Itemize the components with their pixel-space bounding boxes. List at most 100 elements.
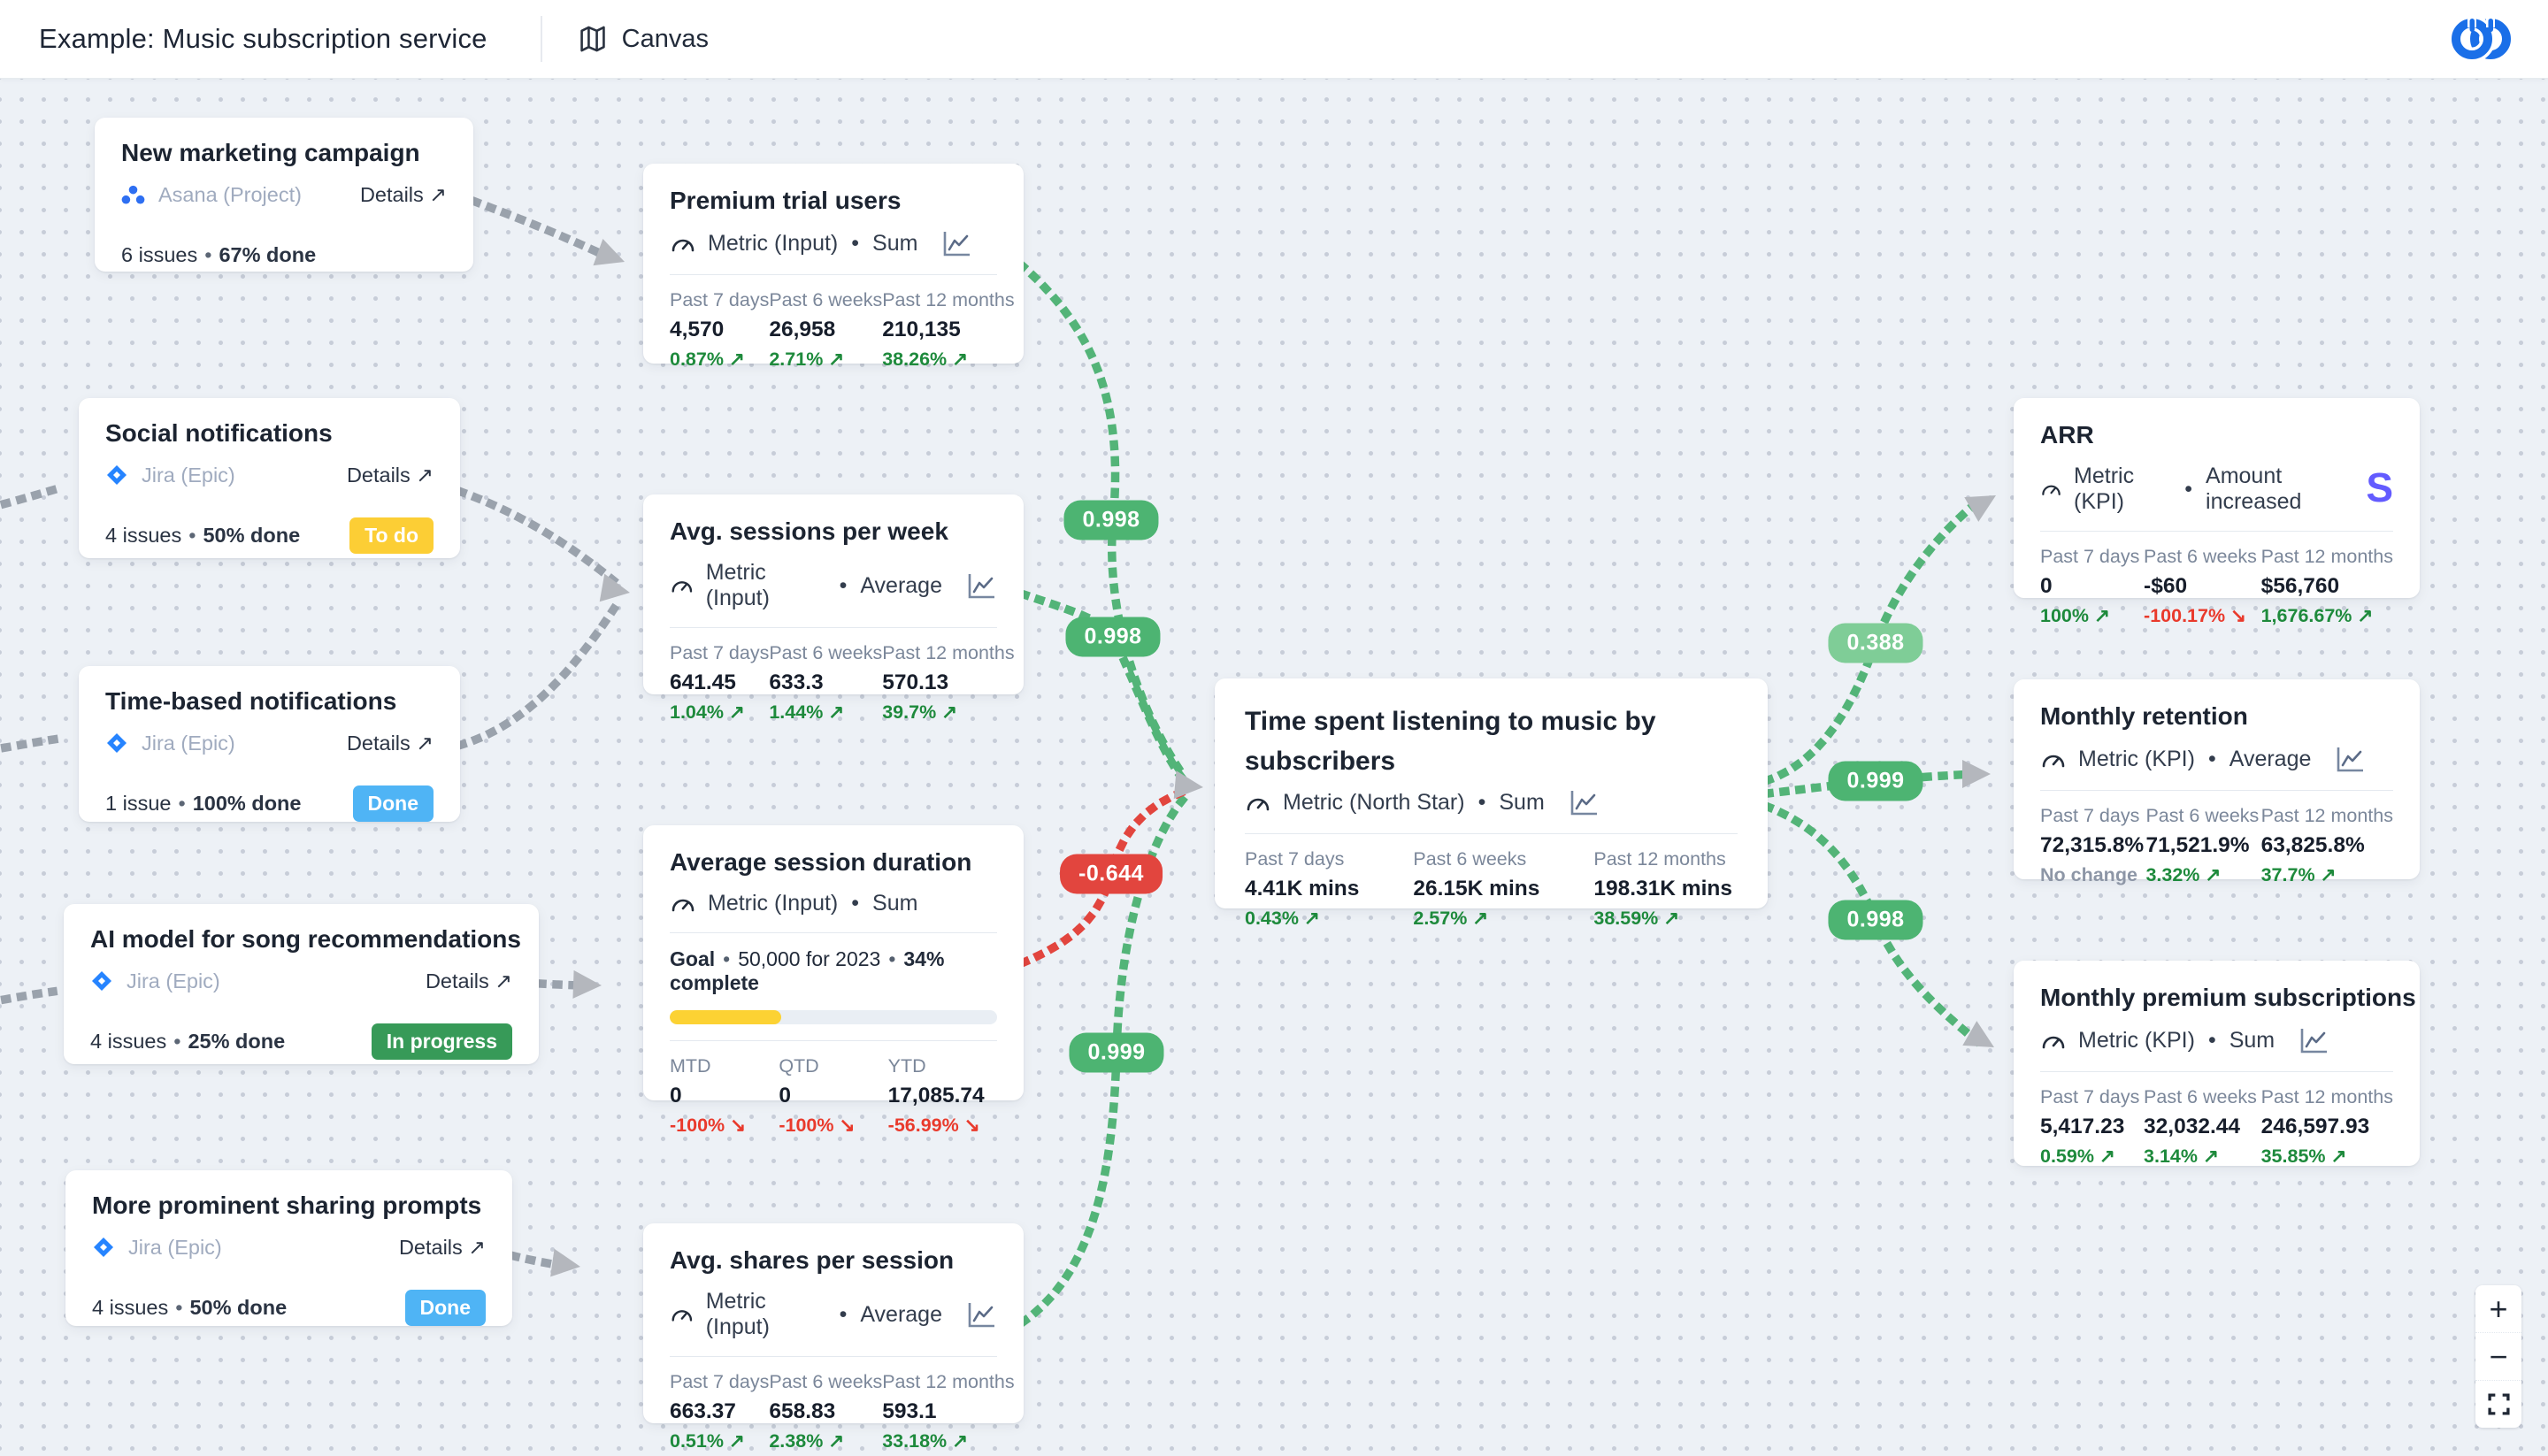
metric-card-avg-sessions-per-week[interactable]: Avg. sessions per week Metric (Input) • … xyxy=(643,494,1024,694)
goal-progress-bar xyxy=(670,1010,997,1024)
stat-past-12-months: Past 12 months198.31K mins38.59% ↗ xyxy=(1593,848,1732,930)
stat-past-12-months: Past 12 months246,597.9335.85% ↗ xyxy=(2261,1086,2393,1168)
chart-icon[interactable] xyxy=(964,1300,997,1330)
correlation-badge[interactable]: 0.998 xyxy=(1828,900,1923,940)
separator-dot: • xyxy=(851,231,859,257)
edge-offscreen-to-timebased xyxy=(0,738,65,750)
jira-icon xyxy=(105,732,128,755)
details-link[interactable]: Details ↗ xyxy=(347,463,434,487)
metric-type: Metric (Input) xyxy=(706,560,826,611)
stat-ytd: YTD17,085.74-56.99% ↘ xyxy=(888,1055,997,1137)
metric-card-premium-trial-users[interactable]: Premium trial users Metric (Input) • Sum… xyxy=(643,164,1024,364)
project-card-time-based-notifications[interactable]: Time-based notifications Jira (Epic) Det… xyxy=(79,666,460,822)
stat-past-7-days: Past 7 days0100% ↗ xyxy=(2040,546,2139,627)
separator-dot: • xyxy=(2208,1028,2216,1054)
stat-past-7-days: Past 7 days72,315.8%No change xyxy=(2040,805,2144,886)
gauge-icon xyxy=(1245,792,1271,815)
details-link[interactable]: Details ↗ xyxy=(347,731,434,755)
chart-icon[interactable] xyxy=(2333,745,2366,774)
goal-summary: Goal•50,000 for 2023•34% complete xyxy=(670,947,997,995)
app-logo[interactable] xyxy=(2445,13,2518,65)
stat-past-7-days: Past 7 days4,5700.87% ↗ xyxy=(670,289,769,371)
canvas-stage[interactable]: Example: Music subscription service Canv… xyxy=(0,0,2548,1456)
metric-card-north-star-time-spent-listening[interactable]: Time spent listening to music by subscri… xyxy=(1215,678,1768,908)
gauge-icon xyxy=(2040,748,2067,771)
chart-icon[interactable] xyxy=(940,229,972,258)
separator-dot: • xyxy=(1478,790,1486,816)
metric-type: Metric (KPI) xyxy=(2078,747,2195,772)
canvas-tab[interactable]: Canvas xyxy=(578,24,709,54)
zoom-in-button[interactable]: + xyxy=(2475,1285,2521,1333)
project-card-ai-model[interactable]: AI model for song recommendations Jira (… xyxy=(64,904,539,1064)
project-card-sharing-prompts[interactable]: More prominent sharing prompts Jira (Epi… xyxy=(65,1170,512,1326)
stat-past-6-weeks: Past 6 weeks-$60-100.17% ↘ xyxy=(2144,546,2257,627)
metric-aggregation: Sum xyxy=(872,891,917,916)
correlation-badge[interactable]: 0.999 xyxy=(1828,762,1923,801)
issues-summary: 4 issues•50% done xyxy=(92,1296,287,1320)
metric-card-arr[interactable]: ARR Metric (KPI) • Amount increased S Pa… xyxy=(2014,398,2420,598)
arrowhead xyxy=(1174,770,1205,801)
metric-title: ARR xyxy=(2040,421,2393,449)
source-label: Asana (Project) xyxy=(158,183,302,207)
issues-summary: 1 issue•100% done xyxy=(105,792,301,816)
metric-title: Average session duration xyxy=(670,848,997,877)
stat-past-6-weeks: Past 6 weeks633.31.44% ↗ xyxy=(769,642,882,724)
separator-dot: • xyxy=(840,1302,848,1328)
gauge-icon xyxy=(670,1303,695,1326)
metric-type: Metric (Input) xyxy=(706,1289,826,1340)
status-badge: Done xyxy=(405,1290,487,1326)
correlation-badge[interactable]: 0.998 xyxy=(1065,617,1160,657)
metric-card-average-session-duration[interactable]: Average session duration Metric (Input) … xyxy=(643,825,1024,1100)
correlation-badge[interactable]: 0.388 xyxy=(1828,624,1923,663)
metric-aggregation: Sum xyxy=(872,231,917,257)
jira-icon xyxy=(105,464,128,487)
project-card-social-notifications[interactable]: Social notifications Jira (Epic) Details… xyxy=(79,398,460,558)
stat-past-6-weeks: Past 6 weeks26,9582.71% ↗ xyxy=(769,289,882,371)
separator-dot: • xyxy=(851,891,859,916)
metric-title: Premium trial users xyxy=(670,187,997,215)
stat-past-7-days: Past 7 days5,417.230.59% ↗ xyxy=(2040,1086,2139,1168)
issues-summary: 4 issues•50% done xyxy=(105,524,300,548)
metric-aggregation: Average xyxy=(2230,747,2312,772)
arrowhead xyxy=(593,239,629,275)
zoom-out-button[interactable]: − xyxy=(2475,1333,2521,1381)
project-title: Time-based notifications xyxy=(105,687,434,716)
metric-card-monthly-premium-subscriptions[interactable]: Monthly premium subscriptions Metric (KP… xyxy=(2014,961,2420,1166)
stat-past-6-weeks: Past 6 weeks71,521.9%3.32% ↗ xyxy=(2145,805,2259,886)
stat-past-7-days: Past 7 days641.451.04% ↗ xyxy=(670,642,769,724)
stat-past-12-months: Past 12 months63,825.8%37.7% ↗ xyxy=(2261,805,2393,886)
arrowhead xyxy=(1962,760,1991,788)
project-card-new-marketing-campaign[interactable]: New marketing campaign Asana (Project) D… xyxy=(95,118,473,272)
correlation-badge[interactable]: 0.998 xyxy=(1063,501,1158,540)
fullscreen-button[interactable] xyxy=(2475,1381,2521,1428)
details-link[interactable]: Details ↗ xyxy=(426,969,512,993)
chart-icon[interactable] xyxy=(1567,788,1600,817)
chart-icon[interactable] xyxy=(964,571,997,601)
stat-mtd: MTD0-100% ↘ xyxy=(670,1055,779,1137)
project-title: AI model for song recommendations xyxy=(90,925,512,954)
details-link[interactable]: Details ↗ xyxy=(360,182,447,207)
gauge-icon xyxy=(2040,1030,2067,1053)
project-title: New marketing campaign xyxy=(121,139,447,167)
canvas-controls: + − xyxy=(2475,1285,2521,1428)
edge-social-to-sessions xyxy=(461,492,618,584)
correlation-badge[interactable]: 0.999 xyxy=(1069,1033,1163,1073)
gauge-icon xyxy=(670,574,695,597)
metric-type: Metric (KPI) xyxy=(2078,1028,2195,1054)
metric-type: Metric (North Star) xyxy=(1283,790,1465,816)
metric-aggregation: Average xyxy=(860,573,942,599)
metric-card-monthly-retention[interactable]: Monthly retention Metric (KPI) • Average… xyxy=(2014,679,2420,879)
arrowhead xyxy=(1962,1021,2001,1060)
metric-card-avg-shares-per-session[interactable]: Avg. shares per session Metric (Input) •… xyxy=(643,1223,1024,1423)
metric-title: Monthly retention xyxy=(2040,702,2393,731)
metric-title: Time spent listening to music by subscri… xyxy=(1245,701,1738,781)
details-link[interactable]: Details ↗ xyxy=(399,1235,486,1260)
stat-past-6-weeks: Past 6 weeks658.832.38% ↗ xyxy=(769,1371,882,1452)
chart-icon[interactable] xyxy=(2297,1026,2329,1055)
stat-past-12-months: Past 12 months570.1339.7% ↗ xyxy=(882,642,1014,724)
asana-icon xyxy=(121,185,145,205)
arrowhead xyxy=(1964,483,2003,522)
jira-icon xyxy=(90,969,113,992)
edge-marketing-to-premium xyxy=(475,202,609,257)
correlation-badge[interactable]: -0.644 xyxy=(1060,854,1163,894)
